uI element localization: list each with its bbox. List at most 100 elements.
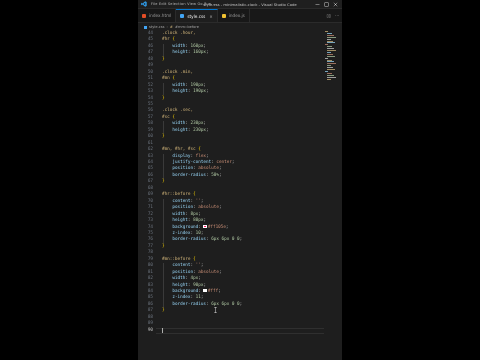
token-brace: { [172,114,175,120]
token-prop: border-radius [172,237,206,243]
token-num: 160px [193,50,207,56]
editor-actions: ▯▯ ⋯ [323,9,342,22]
minimap-line [327,55,335,57]
token-num: 190px [190,82,204,88]
vscode-logo-icon [141,1,147,7]
token-num: 80px [193,218,204,224]
html-file-icon [142,13,146,18]
token-brace: { [198,147,201,153]
token-num: 230px [193,127,207,133]
token-prop: background [172,224,199,230]
token-punc: ; [200,230,204,236]
breadcrumb: style.css › # #mm::before [138,23,342,31]
token-punc: ; [203,282,207,288]
tab-index-js[interactable]: index.js [218,9,250,22]
token-sel: #hr::before [162,192,194,198]
token-prop: height [172,218,188,224]
token-ind [162,173,172,178]
token-punc: ; [218,289,221,294]
token-brace: } [162,95,165,101]
tab-style-css[interactable]: style.css × [176,9,218,22]
color-swatch[interactable] [203,224,207,228]
token-prop: width [172,121,186,127]
code-line[interactable]: 90 [138,328,324,334]
token-punc: ; [218,166,222,172]
token-ind [162,263,172,268]
token-punc: ; [203,43,207,49]
token-brace: { [193,192,196,198]
minimap-line [327,69,335,70]
token-punc: ; [231,160,235,165]
minimap-line [327,48,334,49]
css-file-icon [144,25,147,29]
vscode-window: File Edit Selection View Go Run … style.… [138,0,342,360]
more-actions-icon[interactable]: ⋯ [335,13,339,18]
token-ind [162,270,172,275]
token-num: 190px [193,89,207,95]
tab-label: style.css [187,13,206,19]
token-punc: ; [200,295,204,301]
tab-index-html[interactable]: index.html [138,9,177,22]
token-punc: ; [225,224,229,230]
token-brace: } [162,243,165,249]
minimap-line [327,76,336,78]
minimap-line [327,67,333,68]
minimap-line [327,59,332,61]
token-prop: height [172,50,188,56]
code-editor[interactable]: 44 .clock .hour, 45 #hr {46 width: 160px; 47… [138,31,324,360]
token-ind [162,160,172,165]
token-punc: ; [206,89,209,95]
token-prop: width [172,211,186,217]
token-ind [162,154,172,159]
close-window-button[interactable] [331,0,340,9]
token-num: 90px [193,282,204,288]
minimap-line [327,61,334,63]
color-swatch[interactable] [203,289,207,293]
token-val: #ff105e [207,224,226,230]
token-sel: #hr [162,37,173,43]
js-file-icon [221,13,226,18]
title-bar: File Edit Selection View Go Run … style.… [138,0,342,9]
token-ind [162,283,172,288]
mouse-ibeam-icon [214,307,217,314]
minimap-line [325,70,328,72]
token-punc: ; [200,198,204,204]
token-punc: ; [239,301,243,307]
token-ind [162,44,172,49]
token-ind [162,50,172,55]
minimap-line [325,57,328,59]
minimap-line [327,63,336,65]
split-editor-icon[interactable]: ▯▯ [327,13,331,18]
token-brace: } [162,308,165,314]
token-punc: ; [239,237,243,243]
minimap-line [325,44,328,46]
token-punc: ; [203,121,207,127]
minimap-line [327,34,334,36]
token-prop: height [172,127,188,133]
breadcrumb-selector[interactable]: #mm::before [175,25,199,29]
minimap-line [327,65,331,67]
token-punc: ; [218,269,222,275]
token-sel: .clock .sec, [162,108,194,114]
token-ind [162,289,172,294]
token-prop: position [172,205,194,211]
minimize-button[interactable] [313,0,322,9]
minimap-line [327,46,332,48]
token-ind [162,295,172,300]
vertical-scrollbar[interactable] [338,31,342,360]
breadcrumb-file[interactable]: style.css [149,25,164,29]
token-ind [162,225,172,230]
minimap-line [327,72,332,74]
minimap[interactable] [324,31,338,91]
minimap-line [327,40,333,42]
token-val: flex [195,153,207,159]
token-ind [162,121,172,126]
close-tab-icon[interactable]: × [209,14,212,19]
token-prop: justify-content [172,160,212,165]
maximize-button[interactable] [322,0,331,9]
token-brace: } [162,179,165,185]
token-prop: height [172,282,188,288]
token-prop: display [172,153,191,159]
token-sel: #sc [162,114,173,120]
token-ind [162,237,172,242]
